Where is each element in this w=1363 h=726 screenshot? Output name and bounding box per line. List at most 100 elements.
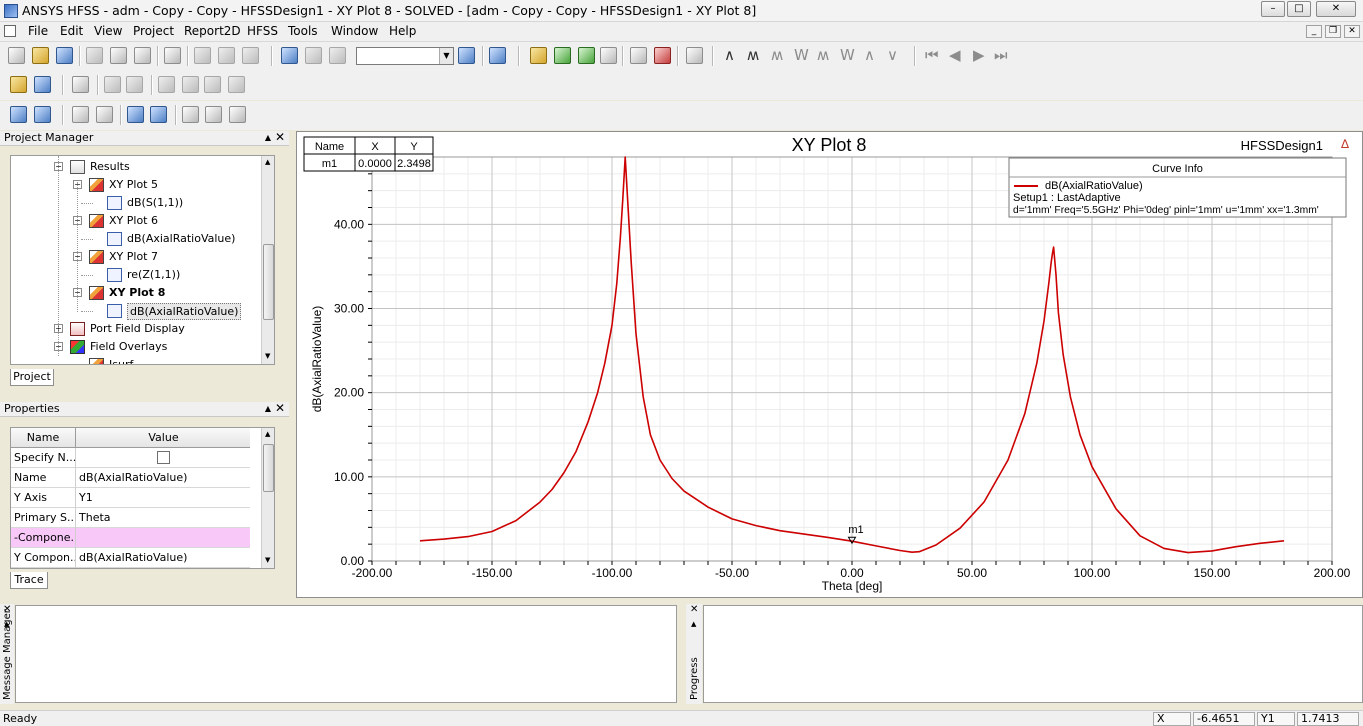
dynamic-zoom-icon[interactable]: [96, 106, 113, 123]
pin-icon[interactable]: ▲: [691, 620, 696, 628]
print-icon[interactable]: [164, 47, 181, 64]
filter-icon[interactable]: [458, 47, 475, 64]
property-value[interactable]: [77, 448, 250, 468]
pin-icon[interactable]: ▲: [265, 131, 271, 145]
trace-shape-icon[interactable]: ∨: [887, 46, 898, 64]
scroll-down-icon[interactable]: ▼: [265, 352, 270, 360]
menu-tools[interactable]: Tools: [288, 24, 318, 38]
view-icon[interactable]: [104, 76, 121, 93]
open-icon[interactable]: [32, 47, 49, 64]
menu-project[interactable]: Project: [133, 24, 174, 38]
property-row[interactable]: Primary S... Theta: [11, 508, 250, 528]
first-icon[interactable]: ⏮: [925, 46, 939, 64]
tree-item[interactable]: + Port Field Display: [11, 320, 261, 338]
tab-project[interactable]: Project: [10, 369, 54, 386]
property-row[interactable]: Y Compon... dB(AxialRatioValue): [11, 548, 250, 568]
whats-this-icon[interactable]: [10, 76, 27, 93]
xy-plot-chart[interactable]: -200.00 -150.00 -100.00 -50.00 0.00 50.00 100.…: [297, 132, 1363, 598]
close-icon[interactable]: ✕: [275, 130, 285, 144]
zoom-region-icon[interactable]: [229, 106, 246, 123]
specify-name-checkbox[interactable]: [157, 451, 170, 464]
fit-selection-icon[interactable]: [205, 106, 222, 123]
menu-hfss[interactable]: HFSS: [247, 24, 278, 38]
tree-item[interactable]: − XY Plot 7: [11, 248, 261, 266]
column-header-value[interactable]: Value: [77, 428, 250, 448]
redo-icon[interactable]: [242, 47, 259, 64]
trace-shape-icon[interactable]: ʍ: [771, 46, 783, 64]
project-tree[interactable]: − Results − XY Plot 5 dB(S(1,1)) − XY Plot 6 dB…: [10, 155, 275, 365]
orient-icon[interactable]: [10, 106, 27, 123]
minimize-button[interactable]: –: [1261, 1, 1285, 17]
project-tree-scrollbar[interactable]: ▲ ▼: [261, 156, 274, 364]
menu-window[interactable]: Window: [331, 24, 378, 38]
menu-file[interactable]: File: [28, 24, 48, 38]
menu-view[interactable]: View: [94, 24, 122, 38]
mdi-close-button[interactable]: ✕: [1344, 25, 1360, 38]
property-value[interactable]: [77, 528, 250, 548]
last-icon[interactable]: ⏭: [994, 46, 1008, 64]
trace-shape-icon[interactable]: W: [794, 46, 809, 64]
progress-panel[interactable]: [703, 605, 1363, 703]
property-value[interactable]: dB(AxialRatioValue): [77, 468, 250, 488]
zoom-out-icon[interactable]: [150, 106, 167, 123]
close-icon[interactable]: ✕: [690, 604, 698, 615]
scroll-thumb[interactable]: [263, 244, 274, 320]
select-icon[interactable]: [281, 47, 298, 64]
chevron-down-icon[interactable]: ▼: [439, 48, 453, 64]
undo-icon[interactable]: [218, 47, 235, 64]
menu-report2d[interactable]: Report2D: [184, 24, 241, 38]
rotate-icon[interactable]: [34, 106, 51, 123]
table-icon[interactable]: [686, 47, 703, 64]
property-value[interactable]: Y1: [77, 488, 250, 508]
close-icon[interactable]: ✕: [275, 401, 285, 415]
menu-help[interactable]: Help: [389, 24, 416, 38]
cut-icon[interactable]: [86, 47, 103, 64]
mdi-restore-button[interactable]: ❒: [1325, 25, 1341, 38]
property-row[interactable]: -Compone...: [11, 528, 250, 548]
document-menu-icon[interactable]: [4, 25, 16, 37]
previous-icon[interactable]: ◀: [949, 46, 961, 64]
move-down-icon[interactable]: [329, 47, 346, 64]
show-icon[interactable]: [72, 76, 89, 93]
results-icon[interactable]: [578, 47, 595, 64]
column-header-name[interactable]: Name: [11, 428, 76, 448]
copy-icon[interactable]: [110, 47, 127, 64]
property-row[interactable]: Y Axis Y1: [11, 488, 250, 508]
trace-shape-icon[interactable]: W: [840, 46, 855, 64]
view-icon[interactable]: [182, 76, 199, 93]
property-row[interactable]: Specify N...: [11, 448, 250, 468]
trace-shape-icon[interactable]: ʍ: [747, 46, 759, 64]
report-icon[interactable]: [600, 47, 617, 64]
tab-trace[interactable]: Trace: [10, 572, 48, 589]
view-icon[interactable]: [158, 76, 175, 93]
menu-edit[interactable]: Edit: [60, 24, 83, 38]
scroll-down-icon[interactable]: ▼: [265, 556, 270, 564]
trace-shape-icon[interactable]: ∧: [864, 46, 875, 64]
fit-all-icon[interactable]: [182, 106, 199, 123]
tree-item[interactable]: − XY Plot 8: [11, 284, 261, 302]
tree-item[interactable]: dB(AxialRatioValue): [11, 302, 261, 320]
maximize-button[interactable]: □: [1287, 1, 1311, 17]
tree-item[interactable]: − XY Plot 5: [11, 176, 261, 194]
field-plot-icon[interactable]: [630, 47, 647, 64]
property-value[interactable]: Theta: [77, 508, 250, 528]
scroll-up-icon[interactable]: ▲: [265, 430, 270, 438]
view-icon[interactable]: [204, 76, 221, 93]
scroll-thumb[interactable]: [263, 444, 274, 492]
save-icon[interactable]: [56, 47, 73, 64]
new-icon[interactable]: [8, 47, 25, 64]
tree-item[interactable]: Jsurf: [11, 356, 261, 364]
help-icon[interactable]: [489, 47, 506, 64]
view-icon[interactable]: [228, 76, 245, 93]
move-up-icon[interactable]: [305, 47, 322, 64]
pin-icon[interactable]: ▲: [265, 402, 271, 416]
delete-icon[interactable]: [194, 47, 211, 64]
scroll-up-icon[interactable]: ▲: [265, 158, 270, 166]
close-button[interactable]: ✕: [1316, 1, 1356, 17]
properties-scrollbar[interactable]: ▲ ▼: [261, 428, 274, 568]
paste-icon[interactable]: [134, 47, 151, 64]
message-manager-panel[interactable]: [15, 605, 677, 703]
tree-item[interactable]: − Field Overlays: [11, 338, 261, 356]
xy-plot-icon[interactable]: [654, 47, 671, 64]
mdi-minimize-button[interactable]: _: [1306, 25, 1322, 38]
